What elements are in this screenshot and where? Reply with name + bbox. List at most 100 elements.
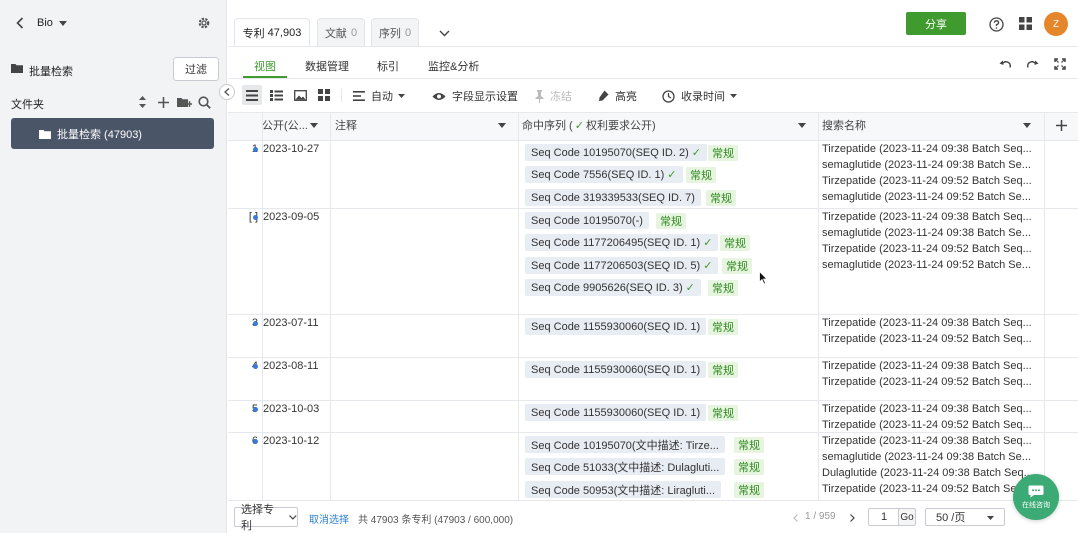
go-button[interactable]: Go [898,508,916,526]
sequence-label: Seq Code 10195070(-) [531,214,643,227]
sequence-tag[interactable]: Seq Code 7556(SEQ ID. 1) ✓ [525,166,683,183]
row-height-icon [353,91,365,101]
workspace-title[interactable]: Bio [37,17,53,29]
subtab-index[interactable]: 标引 [377,58,399,74]
list-view-icon[interactable] [242,85,262,105]
left-panel: Bio 批量检索 过滤 文件夹 批量检索 (47903) [0,0,235,533]
search-name[interactable]: Tirzepatide (2023-11-24 09:52 Batch Seq.… [822,243,1042,255]
search-name[interactable]: semaglutide (2023-11-24 09:38 Batch Se..… [822,227,1042,239]
column-header-note[interactable]: 注释 [335,114,357,136]
sequence-tag[interactable]: Seq Code 10195070(-) [525,212,649,229]
tab-patents[interactable]: 专利 47,903 [234,18,310,46]
cancel-selection-link[interactable]: 取消选择 [309,511,349,526]
add-column-icon[interactable] [1054,118,1068,132]
prev-page-icon[interactable] [791,513,799,523]
sequence-label: Seq Code 1177206495(SEQ ID. 1) [531,236,701,249]
search-name[interactable]: semaglutide (2023-11-24 09:52 Batch Se..… [822,259,1042,271]
column-menu-icon[interactable] [797,121,807,129]
sequence-tag[interactable]: Seq Code 1155930060(SEQ ID. 1) [525,404,707,421]
chevron-down-icon[interactable] [437,27,451,39]
sequence-tag[interactable]: Seq Code 50953(文中描述: Liraglutі... [525,481,722,498]
filter-button[interactable]: 过滤 [173,57,219,81]
column-divider [818,112,819,500]
next-page-icon[interactable] [848,513,856,523]
page-size-select[interactable]: 50 /页 [925,508,1005,526]
type-badge: 常规 [734,482,764,498]
sequence-tag[interactable]: Seq Code 10195070(SEQ ID. 2) ✓ [525,144,707,161]
share-button[interactable]: 分享 [906,12,966,35]
column-header-label: 公开(公... [262,120,308,132]
sort-icon[interactable] [137,95,147,109]
subtab-view[interactable]: 视图 [254,58,276,74]
column-menu-icon[interactable] [497,121,507,129]
search-name[interactable]: Tirzepatide (2023-11-24 09:52 Batch Seq.… [822,175,1042,187]
search-name[interactable]: Tirzepatide (2023-11-24 09:38 Batch Seq.… [822,360,1042,372]
auto-label: 自动 [371,91,393,103]
undo-icon[interactable] [998,58,1012,70]
field-display-settings-button[interactable]: 字段显示设置 [432,88,518,104]
caret-down-icon [987,516,994,520]
search-name[interactable]: Tirzepatide (2023-11-24 09:52 Batch Seq.… [822,483,1042,495]
subtab-data-management[interactable]: 数据管理 [305,58,349,74]
search-name[interactable]: Tirzepatide (2023-11-24 09:52 Batch Seq.… [822,419,1042,431]
column-menu-icon[interactable] [1022,121,1032,129]
caret-down-icon [730,94,737,98]
collect-time-dropdown[interactable]: 收录时间 [662,88,737,104]
online-chat-button[interactable]: 在线咨询 [1013,474,1059,520]
apps-grid-icon[interactable] [1018,16,1033,31]
folder-item-batch-search[interactable]: 批量检索 (47903) [11,118,214,149]
column-header-publication[interactable]: 公开(公... [262,114,308,136]
column-menu-icon[interactable] [309,121,319,129]
tab-literature[interactable]: 文献 0 [317,18,365,46]
search-name[interactable]: Tirzepatide (2023-11-24 09:38 Batch Seq.… [822,211,1042,223]
sequence-tag[interactable]: Seq Code 51033(文中描述: Dulagluti... [525,458,726,475]
sequence-tag[interactable]: Seq Code 1177206503(SEQ ID. 5) ✓ [525,257,719,274]
sequence-tag[interactable]: Seq Code 1155930060(SEQ ID. 1) [525,318,707,335]
sequence-label: Seq Code 1155930060(SEQ ID. 1) [531,406,701,419]
tab-sequences[interactable]: 序列 0 [371,18,419,46]
column-header-label: 权利要求公开) [585,120,656,132]
grid-view-icon[interactable] [316,87,332,103]
search-name[interactable]: Tirzepatide (2023-11-24 09:38 Batch Seq.… [822,317,1042,329]
help-icon[interactable] [988,16,1004,32]
column-header-hit-sequences[interactable]: 命中序列 (✓ 权利要求公开) [522,114,656,136]
search-name[interactable]: Tirzepatide (2023-11-24 09:38 Batch Seq.… [822,403,1042,415]
search-name[interactable]: Tirzepatide (2023-11-24 09:52 Batch Seq.… [822,376,1042,388]
sequence-tag[interactable]: Seq Code 9905626(SEQ ID. 3) ✓ [525,279,701,296]
detail-view-icon[interactable] [268,87,284,103]
select-patents-dropdown[interactable]: 选择专利 [234,504,298,532]
image-view-icon[interactable] [292,87,308,103]
row-divider [228,314,1078,315]
sequence-tag[interactable]: Seq Code 10195070(文中描述: Tirze... [525,436,725,453]
auto-dropdown[interactable]: 自动 [353,88,405,104]
type-badge: 常规 [734,437,764,453]
search-name[interactable]: semaglutide (2023-11-24 09:52 Batch Se..… [822,191,1042,203]
fullscreen-icon[interactable] [1053,57,1067,71]
toolbar-divider [341,88,342,102]
search-name[interactable]: Dulaglutide (2023-11-24 09:38 Batch Seq.… [822,467,1042,479]
sequence-tag[interactable]: Seq Code 1155930060(SEQ ID. 1) [525,361,707,378]
search-name[interactable]: Tirzepatide (2023-11-24 09:38 Batch Seq.… [822,143,1042,155]
sequence-tag[interactable]: Seq Code 319339533(SEQ ID. 7) [525,189,701,206]
back-icon[interactable] [13,15,27,31]
redo-icon[interactable] [1025,58,1039,70]
tab-count: 0 [404,26,412,39]
highlight-button[interactable]: 高亮 [598,88,637,104]
freeze-button[interactable]: 冻结 [535,88,572,104]
search-name[interactable]: semaglutide (2023-11-24 09:38 Batch Se..… [822,451,1042,463]
search-name[interactable]: Tirzepatide (2023-11-24 09:38 Batch Seq.… [822,435,1042,447]
row-divider [228,432,1078,433]
caret-down-icon[interactable] [58,19,67,27]
column-header-search-name[interactable]: 搜索名称 [822,114,866,136]
highlighter-icon [599,90,609,101]
subtab-monitor-analysis[interactable]: 监控&分析 [428,58,479,74]
search-icon[interactable] [197,95,212,110]
gear-icon[interactable] [196,15,212,31]
search-name[interactable]: semaglutide (2023-11-24 09:38 Batch Se..… [822,159,1042,171]
search-name[interactable]: Tirzepatide (2023-11-24 09:52 Batch Seq.… [822,333,1042,345]
add-icon[interactable] [156,95,170,109]
sequence-tag[interactable]: Seq Code 1177206495(SEQ ID. 1) ✓ [525,234,719,251]
avatar[interactable]: Z [1044,12,1068,36]
collapse-panel-icon[interactable] [219,84,235,100]
add-folder-icon[interactable] [176,95,192,109]
